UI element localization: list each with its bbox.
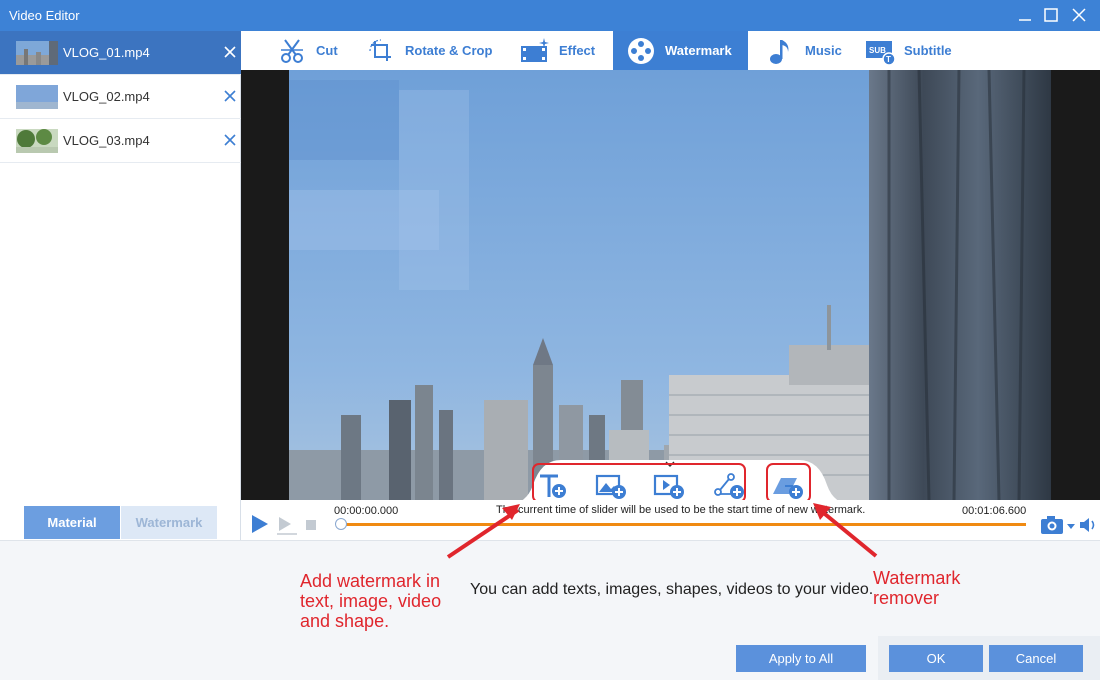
file-name: VLOG_01.mp4 (63, 45, 150, 60)
total-duration: 00:01:06.600 (962, 505, 1027, 517)
svg-text:SUB: SUB (869, 46, 886, 55)
tab-label: Rotate & Crop (405, 43, 493, 58)
annotation-line: Watermark (873, 568, 961, 588)
stop-icon[interactable] (304, 518, 318, 532)
remove-file-icon[interactable] (223, 45, 237, 59)
apply-to-all-button[interactable]: Apply to All (736, 645, 866, 672)
window-title: Video Editor (9, 8, 80, 23)
cancel-button[interactable]: Cancel (989, 645, 1083, 672)
tab-label: Watermark (665, 43, 732, 58)
tab-label: Effect (559, 43, 596, 58)
tab-label: Cut (316, 43, 338, 58)
annotation-line: and shape. (300, 611, 390, 631)
file-item[interactable]: VLOG_03.mp4 (0, 119, 241, 163)
video-preview[interactable] (241, 70, 1100, 500)
next-frame-icon[interactable] (275, 514, 299, 536)
tab-bar: Cut Rotate & Crop Effect Watermark Music… (241, 31, 1100, 70)
crop-icon (363, 33, 399, 69)
file-name: VLOG_02.mp4 (63, 89, 150, 104)
play-icon[interactable] (250, 514, 270, 534)
effect-icon (517, 33, 553, 69)
watermark-list-button[interactable]: Watermark (121, 506, 217, 539)
tab-watermark[interactable]: Watermark (613, 31, 748, 70)
minimize-icon[interactable] (1014, 4, 1036, 26)
tab-music[interactable]: Music (763, 31, 863, 70)
timeline-hint: The current time of slider will be used … (496, 504, 866, 516)
remove-file-icon[interactable] (223, 89, 237, 103)
tab-subtitle[interactable]: SUB T Subtitle (862, 31, 972, 70)
tab-rotate-crop[interactable]: Rotate & Crop (363, 31, 513, 70)
scissors-icon (274, 33, 310, 69)
annotation-line: remover (873, 588, 940, 608)
file-item[interactable]: VLOG_01.mp4 (0, 31, 241, 75)
remove-file-icon[interactable] (223, 133, 237, 147)
video-frame (289, 70, 1051, 500)
annotation-watermark-remover: Watermark remover (873, 568, 960, 608)
file-name: VLOG_03.mp4 (63, 133, 150, 148)
subtitle-icon: SUB T (862, 33, 898, 69)
tab-label: Subtitle (904, 43, 952, 58)
video-thumbnail (16, 85, 58, 109)
file-item[interactable]: VLOG_02.mp4 (0, 75, 241, 119)
camera-icon[interactable] (1039, 514, 1077, 536)
maximize-icon[interactable] (1040, 4, 1062, 26)
svg-text:T: T (886, 55, 891, 64)
film-reel-icon (623, 33, 659, 69)
tab-label: Music (805, 43, 842, 58)
volume-icon[interactable] (1078, 515, 1098, 535)
video-thumbnail (16, 41, 58, 65)
current-time: 00:00:00.000 (334, 505, 399, 517)
tab-effect[interactable]: Effect (517, 31, 613, 70)
annotation-line: Add watermark in (300, 571, 441, 591)
annotation-highlight-box (766, 463, 811, 503)
info-text: You can add texts, images, shapes, video… (470, 581, 874, 598)
annotation-highlight-box (532, 463, 746, 503)
timeline-slider-handle[interactable] (335, 518, 347, 530)
annotation-line: text, image, video (300, 591, 442, 611)
ok-button[interactable]: OK (889, 645, 983, 672)
material-button[interactable]: Material (24, 506, 120, 539)
music-note-icon (763, 33, 799, 69)
timeline-track[interactable] (342, 523, 1026, 526)
annotation-add-watermark: Add watermark in text, image, video and … (300, 571, 441, 631)
title-bar: Video Editor (0, 0, 1100, 31)
file-list-panel: VLOG_01.mp4 VLOG_02.mp4 VLOG_03.mp4 (0, 31, 241, 540)
close-icon[interactable] (1068, 4, 1090, 26)
video-thumbnail (16, 129, 58, 153)
